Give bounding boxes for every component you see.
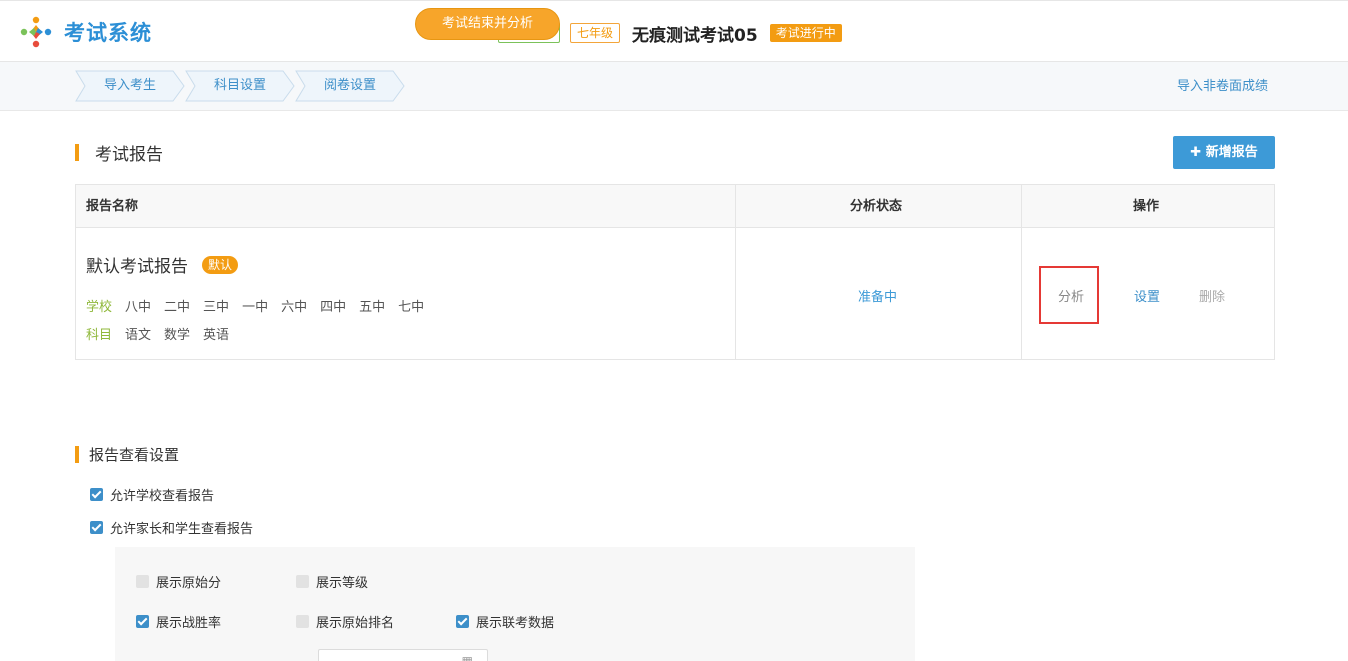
people-logo-icon (20, 16, 52, 48)
calendar-icon: ▦ (461, 654, 473, 661)
view-settings-title: 报告查看设置 (75, 445, 179, 464)
checkbox-icon (296, 575, 309, 588)
school-item: 五中 (359, 300, 386, 315)
school-item: 六中 (281, 300, 308, 315)
school-item: 二中 (164, 300, 191, 315)
school-item: 三中 (203, 300, 230, 315)
report-table: 报告名称 分析状态 操作 默认考试报告 默认 学校 八中 二中 三中 一中 六中… (75, 184, 1275, 360)
parent-view-options-panel (115, 547, 915, 661)
col-analysis-status: 分析状态 (850, 199, 903, 214)
col-report-name: 报告名称 (86, 199, 139, 214)
add-report-button[interactable]: ✚ 新增报告 (1173, 136, 1275, 169)
checkbox-icon (136, 575, 149, 588)
school-item: 七中 (398, 300, 425, 315)
logo-text: 考试系统 (64, 21, 152, 45)
column-divider (1021, 185, 1022, 359)
show-raw-score-checkbox[interactable]: 展示原始分 (136, 572, 221, 591)
date-input[interactable]: ▦ (318, 649, 488, 661)
steps-bar: 导入考生 科目设置 阅卷设置 (0, 62, 1348, 111)
show-joint-exam-checkbox[interactable]: 展示联考数据 (456, 612, 554, 631)
report-name: 默认考试报告 默认 (86, 252, 239, 277)
table-header: 报告名称 分析状态 操作 (76, 185, 1274, 228)
checkbox-icon (296, 615, 309, 628)
section-marker (75, 445, 79, 463)
report-section-title: 考试报告 (75, 143, 163, 165)
section-marker (75, 143, 79, 161)
default-badge: 默认 (202, 255, 239, 274)
show-grade-level-checkbox[interactable]: 展示等级 (296, 572, 368, 591)
column-divider (735, 185, 736, 359)
school-item: 八中 (125, 300, 152, 315)
app-logo[interactable]: 考试系统 (20, 15, 152, 49)
step-subject-settings[interactable]: 科目设置 (185, 70, 295, 102)
highlight-box (1039, 266, 1099, 324)
step-import-students[interactable]: 导入考生 (75, 70, 185, 102)
grade-tag: 七年级 (570, 23, 621, 43)
school-item: 一中 (242, 300, 269, 315)
check-icon (90, 521, 103, 534)
allow-school-checkbox[interactable]: 允许学校查看报告 (90, 485, 214, 504)
analysis-status: 准备中 (858, 290, 898, 305)
exam-status-badge: 考试进行中 (769, 24, 842, 42)
show-win-rate-checkbox[interactable]: 展示战胜率 (136, 612, 221, 631)
subject-item: 英语 (203, 328, 230, 343)
exam-title: 无痕测试考试05 (632, 25, 758, 46)
allow-parent-checkbox[interactable]: 允许家长和学生查看报告 (90, 518, 253, 537)
subject-list: 科目 语文 数学 英语 (86, 324, 242, 343)
check-icon (90, 488, 103, 501)
subject-item: 数学 (164, 328, 191, 343)
plus-icon: ✚ (1190, 145, 1202, 160)
col-operations: 操作 (1133, 199, 1160, 214)
settings-link[interactable]: 设置 (1134, 286, 1160, 305)
delete-link[interactable]: 删除 (1199, 286, 1225, 305)
subject-item: 语文 (125, 328, 152, 343)
step-finish-and-analyze[interactable]: 考试结束并分析 (415, 8, 560, 40)
import-non-paper-scores-link[interactable]: 导入非卷面成绩 (1177, 62, 1268, 111)
show-raw-rank-checkbox[interactable]: 展示原始排名 (296, 612, 394, 631)
check-icon (456, 615, 469, 628)
app-header: 考试系统 无痕阅卷 七年级 无痕测试考试05 考试进行中 (0, 0, 1348, 62)
school-list: 学校 八中 二中 三中 一中 六中 四中 五中 七中 (86, 296, 437, 315)
step-marking-settings[interactable]: 阅卷设置 (295, 70, 405, 102)
school-item: 四中 (320, 300, 347, 315)
check-icon (136, 615, 149, 628)
